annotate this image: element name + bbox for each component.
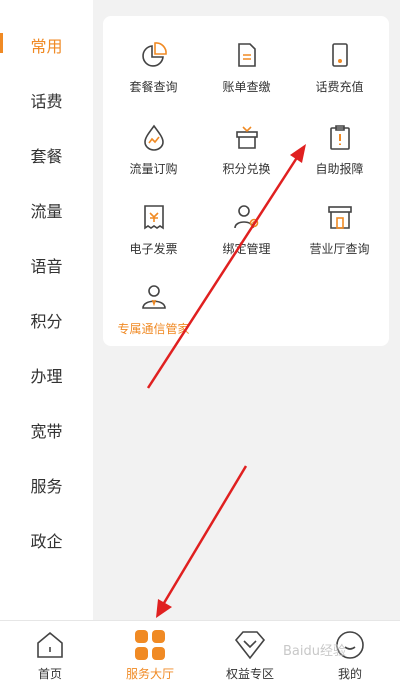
service-binding-manage[interactable]: 绑定管理 — [199, 190, 294, 260]
service-grid-card: 套餐查询 账单查缴 话费充值 流量订购 积分兑换 自助报障 电子发票 绑定管理 … — [103, 16, 389, 346]
service-self-report[interactable]: 自助报障 — [292, 110, 387, 180]
service-label: 自助报障 — [315, 162, 364, 176]
tab-label: 首页 — [37, 667, 62, 681]
home-icon — [34, 629, 66, 661]
tab-service-hall[interactable]: 服务大厅 — [100, 621, 200, 687]
sidebar-item-common[interactable]: 常用 — [0, 17, 93, 72]
phone-icon — [325, 40, 355, 70]
service-label: 电子发票 — [129, 242, 178, 256]
tab-label: 权益专区 — [225, 667, 274, 681]
report-fault-icon — [325, 122, 355, 152]
service-e-invoice[interactable]: 电子发票 — [106, 190, 201, 260]
service-label: 账单查缴 — [222, 80, 271, 94]
data-drop-icon — [139, 122, 169, 152]
sidebar-item-label: 服务 — [30, 476, 63, 496]
service-store-query[interactable]: 营业厅查询 — [292, 190, 387, 260]
sidebar-item-enterprise[interactable]: 政企 — [0, 512, 93, 567]
service-bill-pay[interactable]: 账单查缴 — [199, 28, 294, 98]
service-points-exchange[interactable]: 积分兑换 — [199, 110, 294, 180]
watermark: Baidu经验 — [283, 644, 346, 659]
sidebar-item-handle[interactable]: 办理 — [0, 347, 93, 402]
sidebar-item-plan[interactable]: 套餐 — [0, 127, 93, 182]
sidebar-item-label: 语音 — [30, 256, 63, 276]
sidebar-item-voice[interactable]: 语音 — [0, 237, 93, 292]
bill-icon — [232, 40, 262, 70]
sidebar-item-data[interactable]: 流量 — [0, 182, 93, 237]
pie-chart-icon — [139, 40, 169, 70]
gift-icon — [232, 122, 262, 152]
rights-icon — [234, 629, 266, 661]
service-label: 专属通信管家 — [117, 322, 190, 336]
sidebar-item-label: 流量 — [30, 201, 63, 221]
user-settings-icon — [232, 202, 262, 232]
service-label: 套餐查询 — [129, 80, 178, 94]
sidebar-item-points[interactable]: 积分 — [0, 292, 93, 347]
sidebar-item-label: 办理 — [30, 366, 63, 386]
invoice-icon — [139, 202, 169, 232]
sidebar-item-label: 套餐 — [30, 146, 63, 166]
sidebar-item-label: 常用 — [30, 36, 63, 56]
sidebar-item-broadband[interactable]: 宽带 — [0, 402, 93, 457]
service-package-query[interactable]: 套餐查询 — [106, 28, 201, 98]
sidebar-item-phone-fee[interactable]: 话费 — [0, 72, 93, 127]
service-label: 营业厅查询 — [309, 242, 370, 256]
tab-home[interactable]: 首页 — [0, 621, 100, 687]
service-label: 流量订购 — [129, 162, 178, 176]
store-icon — [325, 202, 355, 232]
service-data-order[interactable]: 流量订购 — [106, 110, 201, 180]
tab-label: 我的 — [337, 667, 362, 681]
service-top-up[interactable]: 话费充值 — [292, 28, 387, 98]
sidebar-item-label: 宽带 — [30, 421, 63, 441]
tab-label: 服务大厅 — [125, 667, 174, 681]
service-hall-icon — [134, 629, 166, 661]
service-label: 绑定管理 — [222, 242, 271, 256]
sidebar-item-label: 积分 — [30, 311, 63, 331]
sidebar-item-label: 话费 — [30, 91, 63, 111]
service-label: 话费充值 — [315, 80, 364, 94]
service-label: 积分兑换 — [222, 162, 271, 176]
service-exclusive-manager[interactable]: 专属通信管家 — [106, 270, 201, 340]
main-content: 套餐查询 账单查缴 话费充值 流量订购 积分兑换 自助报障 电子发票 绑定管理 … — [93, 0, 400, 620]
sidebar-item-label: 政企 — [30, 531, 63, 551]
category-sidebar: 常用 话费 套餐 流量 语音 积分 办理 宽带 服务 政企 — [0, 0, 93, 620]
sidebar-item-service[interactable]: 服务 — [0, 457, 93, 512]
manager-icon — [139, 282, 169, 312]
